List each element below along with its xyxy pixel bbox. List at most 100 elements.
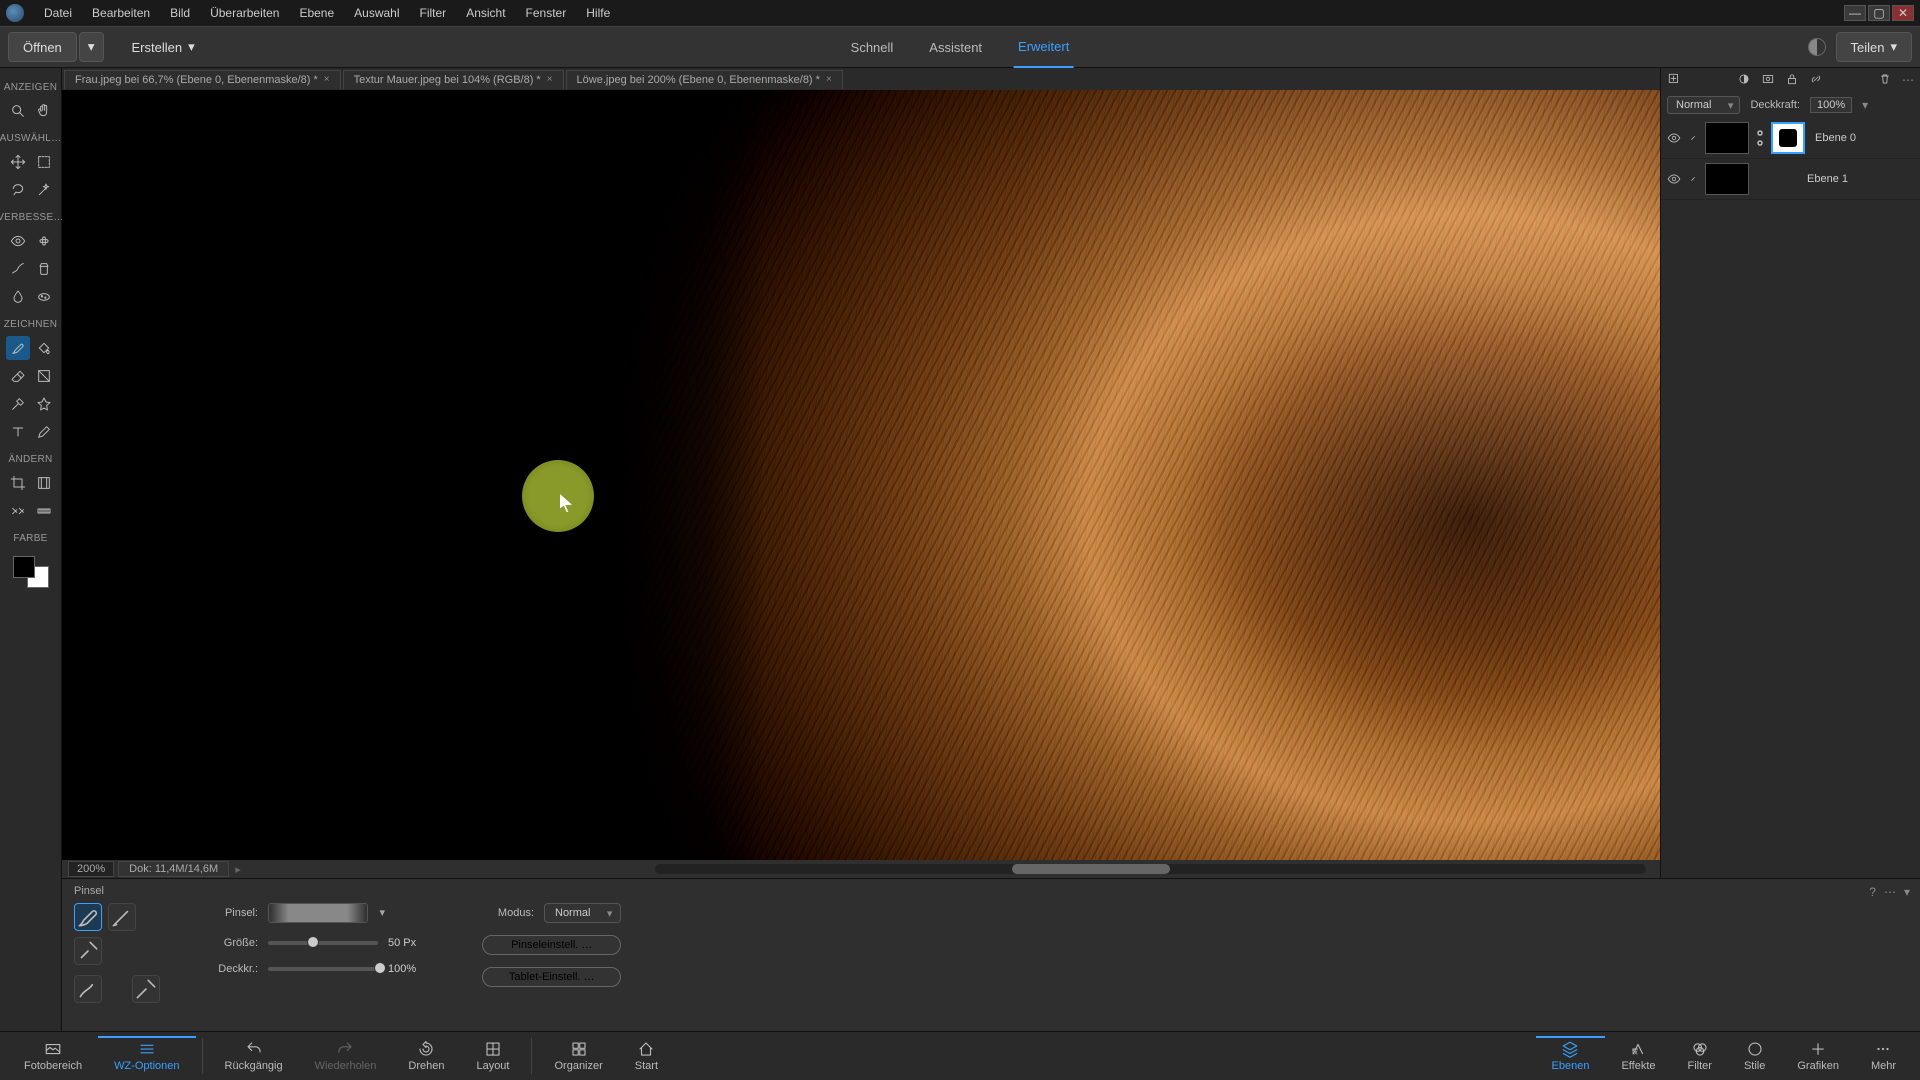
undo-button[interactable]: Rückgängig xyxy=(209,1038,299,1074)
tool-options-button[interactable]: WZ-Optionen xyxy=(98,1036,195,1074)
menu-hilfe[interactable]: Hilfe xyxy=(576,6,620,20)
menu-datei[interactable]: Datei xyxy=(34,6,82,20)
redeye-tool-icon[interactable] xyxy=(6,229,30,253)
spot-heal-tool-icon[interactable] xyxy=(32,229,56,253)
panel-menu-icon[interactable]: ⋯ xyxy=(1884,885,1896,899)
brush-variant-1-icon[interactable] xyxy=(74,903,102,931)
home-button[interactable]: Start xyxy=(619,1038,674,1074)
shape-tool-icon[interactable] xyxy=(32,392,56,416)
layout-button[interactable]: Layout xyxy=(460,1038,525,1074)
smart-brush-tool-icon[interactable] xyxy=(6,257,30,281)
doctab-textur[interactable]: Textur Mauer.jpeg bei 104% (RGB/8) *× xyxy=(343,70,564,89)
menu-bearbeiten[interactable]: Bearbeiten xyxy=(82,6,160,20)
close-icon[interactable]: × xyxy=(547,74,553,85)
visibility-icon[interactable] xyxy=(1667,172,1681,186)
menu-ansicht[interactable]: Ansicht xyxy=(456,6,515,20)
content-aware-tool-icon[interactable] xyxy=(6,499,30,523)
more-tab-button[interactable]: Mehr xyxy=(1855,1038,1912,1074)
mode-quick[interactable]: Schnell xyxy=(847,28,898,67)
link-layers-icon[interactable] xyxy=(1809,72,1823,89)
layer-mask-icon[interactable] xyxy=(1761,72,1775,89)
window-close-button[interactable]: ✕ xyxy=(1892,5,1914,21)
color-replace-brush-icon[interactable] xyxy=(132,975,160,1003)
layer-name[interactable]: Ebene 1 xyxy=(1807,173,1848,185)
visibility-icon[interactable] xyxy=(1667,131,1681,145)
new-layer-icon[interactable] xyxy=(1667,72,1681,89)
doctab-loewe[interactable]: Löwe.jpeg bei 200% (Ebene 0, Ebenenmaske… xyxy=(566,70,843,89)
wand-tool-icon[interactable] xyxy=(32,178,56,202)
menu-fenster[interactable]: Fenster xyxy=(516,6,577,20)
brush-variant-2-icon[interactable] xyxy=(108,903,136,931)
straighten-tool-icon[interactable] xyxy=(32,499,56,523)
chevron-down-icon[interactable]: ▾ xyxy=(1862,98,1868,112)
clone-stamp-tool-icon[interactable] xyxy=(32,257,56,281)
effects-tab-button[interactable]: fxEffekte xyxy=(1605,1038,1671,1074)
brush-tool-icon[interactable] xyxy=(6,336,30,360)
open-button[interactable]: Öffnen xyxy=(8,32,77,62)
zoom-field[interactable]: 200% xyxy=(68,861,114,877)
eyedropper-tool-icon[interactable] xyxy=(6,392,30,416)
impressionist-brush-icon[interactable] xyxy=(74,975,102,1003)
layers-tab-button[interactable]: Ebenen xyxy=(1536,1036,1606,1074)
horizontal-scrollbar[interactable] xyxy=(655,864,1646,874)
menu-ueberarbeiten[interactable]: Überarbeiten xyxy=(200,6,289,20)
marquee-tool-icon[interactable] xyxy=(32,150,56,174)
zoom-tool-icon[interactable] xyxy=(6,99,30,123)
menu-ebene[interactable]: Ebene xyxy=(289,6,344,20)
hand-tool-icon[interactable] xyxy=(32,99,56,123)
eraser-tool-icon[interactable] xyxy=(6,364,30,388)
lock-icon[interactable] xyxy=(1785,72,1799,89)
menu-bild[interactable]: Bild xyxy=(160,6,200,20)
brush-settings-button[interactable]: Pinseleinstell. … xyxy=(482,935,621,955)
help-icon[interactable]: ? xyxy=(1869,885,1876,899)
canvas[interactable] xyxy=(62,90,1660,860)
layer-thumbnail[interactable] xyxy=(1705,122,1749,154)
layer-blend-mode-dropdown[interactable]: Normal xyxy=(1667,96,1740,114)
create-button[interactable]: Erstellen ▾ xyxy=(118,33,209,61)
opacity-slider[interactable] xyxy=(268,967,378,971)
organizer-button[interactable]: Organizer xyxy=(538,1038,618,1074)
link-icon[interactable] xyxy=(1687,173,1699,185)
menu-filter[interactable]: Filter xyxy=(410,6,457,20)
size-value[interactable]: 50 Px xyxy=(388,937,432,949)
tablet-settings-button[interactable]: Tablet-Einstell. … xyxy=(482,967,621,987)
mode-guided[interactable]: Assistent xyxy=(925,28,986,67)
gradient-tool-icon[interactable] xyxy=(32,364,56,388)
layer-row-0[interactable]: Ebene 0 xyxy=(1661,118,1920,159)
recompose-tool-icon[interactable] xyxy=(32,471,56,495)
adjustment-layer-icon[interactable] xyxy=(1737,72,1751,89)
rotate-button[interactable]: Drehen xyxy=(392,1038,460,1074)
brush-preset-dropdown[interactable] xyxy=(268,903,368,923)
panel-menu-icon[interactable]: ⋯ xyxy=(1902,73,1914,87)
opacity-value[interactable]: 100% xyxy=(388,963,432,975)
link-icon[interactable] xyxy=(1687,132,1699,144)
close-icon[interactable]: × xyxy=(826,74,832,85)
photobin-button[interactable]: Fotobereich xyxy=(8,1038,98,1074)
blur-tool-icon[interactable] xyxy=(6,285,30,309)
layer-row-1[interactable]: Ebene 1 xyxy=(1661,159,1920,200)
graphics-tab-button[interactable]: Grafiken xyxy=(1781,1038,1855,1074)
share-button[interactable]: Teilen ▾ xyxy=(1836,32,1913,62)
window-minimize-button[interactable]: — xyxy=(1844,5,1866,21)
type-tool-icon[interactable] xyxy=(6,420,30,444)
styles-tab-button[interactable]: Stile xyxy=(1728,1038,1781,1074)
foreground-color[interactable] xyxy=(13,556,35,578)
filters-tab-button[interactable]: Filter xyxy=(1672,1038,1728,1074)
layer-mask-thumbnail[interactable] xyxy=(1771,122,1805,154)
size-slider[interactable] xyxy=(268,941,378,945)
window-maximize-button[interactable]: ▢ xyxy=(1868,5,1890,21)
collapse-icon[interactable]: ▾ xyxy=(1904,885,1910,899)
mode-expert[interactable]: Erweitert xyxy=(1014,27,1073,68)
move-tool-icon[interactable] xyxy=(6,150,30,174)
redo-button[interactable]: Wiederholen xyxy=(299,1038,393,1074)
chevron-right-icon[interactable]: ▸ xyxy=(235,863,241,876)
close-icon[interactable]: × xyxy=(324,74,330,85)
crop-tool-icon[interactable] xyxy=(6,471,30,495)
sponge-tool-icon[interactable] xyxy=(32,285,56,309)
brush-variant-3-icon[interactable] xyxy=(74,937,102,965)
color-swatch[interactable] xyxy=(11,554,51,590)
menu-auswahl[interactable]: Auswahl xyxy=(344,6,409,20)
paint-bucket-tool-icon[interactable] xyxy=(32,336,56,360)
delete-layer-icon[interactable] xyxy=(1878,72,1892,89)
theme-toggle-icon[interactable] xyxy=(1808,38,1826,56)
